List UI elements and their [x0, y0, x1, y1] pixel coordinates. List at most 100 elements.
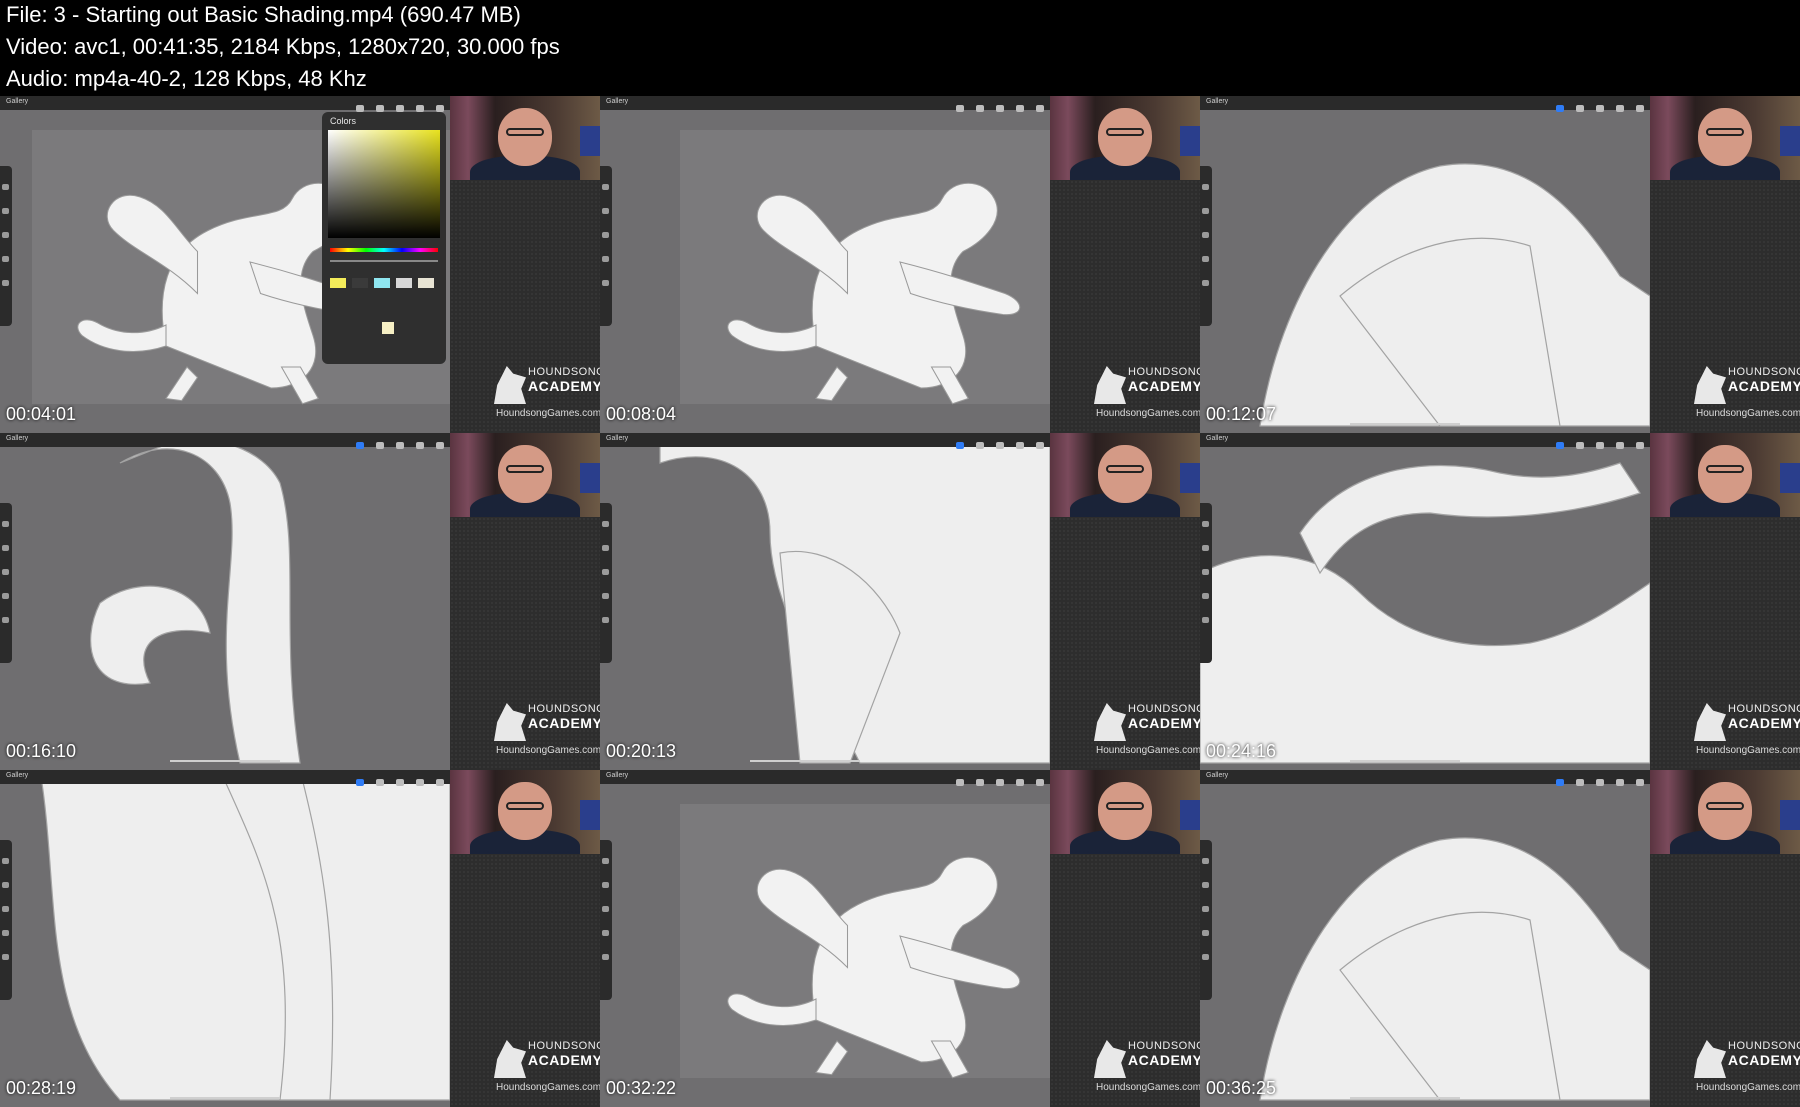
- houndsong-academy-logo: HOUNDSONG ACADEMY HoundsongGames.com: [492, 1032, 600, 1102]
- eraser-icon[interactable]: [396, 105, 404, 112]
- dragon-artwork: [680, 130, 1050, 405]
- brush-icon[interactable]: [956, 105, 964, 112]
- gallery-button[interactable]: Gallery: [1206, 772, 1228, 779]
- smudge-icon[interactable]: [1576, 105, 1584, 112]
- procreate-canvas-view: Gallery: [600, 770, 1050, 1107]
- smudge-icon[interactable]: [376, 105, 384, 112]
- webcam-glasses: [1706, 802, 1744, 810]
- layers-icon[interactable]: [416, 442, 424, 449]
- layers-icon[interactable]: [416, 105, 424, 112]
- brush-icon[interactable]: [1556, 442, 1564, 449]
- houndsong-academy-logo: HOUNDSONG ACADEMY HoundsongGames.com: [1092, 358, 1200, 428]
- color-swatch[interactable]: [396, 278, 412, 288]
- scrubber-bar[interactable]: [750, 760, 860, 762]
- color-picker-square[interactable]: [328, 130, 440, 238]
- dragon-artwork: [1259, 837, 1650, 1101]
- webcam-glasses: [506, 802, 544, 810]
- brush-size-sidebar[interactable]: [0, 840, 12, 1000]
- gallery-button[interactable]: Gallery: [1206, 435, 1228, 442]
- eraser-icon[interactable]: [1596, 442, 1604, 449]
- colors-panel[interactable]: Colors: [322, 112, 446, 364]
- scrubber-bar[interactable]: [170, 760, 280, 762]
- brush-size-sidebar[interactable]: [600, 166, 612, 326]
- smudge-icon[interactable]: [976, 779, 984, 786]
- brush-icon[interactable]: [1556, 105, 1564, 112]
- gallery-button[interactable]: Gallery: [606, 98, 628, 105]
- color-icon[interactable]: [1636, 442, 1644, 449]
- app-toolbar: Gallery: [0, 770, 450, 786]
- color-icon[interactable]: [436, 442, 444, 449]
- brush-icon[interactable]: [956, 779, 964, 786]
- brush-size-sidebar[interactable]: [0, 166, 12, 326]
- logo-site: HoundsongGames.com: [1096, 408, 1200, 419]
- eraser-icon[interactable]: [1596, 779, 1604, 786]
- wolf-icon: [1094, 366, 1126, 404]
- wolf-icon: [494, 1040, 526, 1078]
- smudge-icon[interactable]: [976, 105, 984, 112]
- app-toolbar: Gallery: [0, 96, 450, 112]
- smudge-icon[interactable]: [1576, 779, 1584, 786]
- layers-icon[interactable]: [1616, 442, 1624, 449]
- thumbnail-cell: Gallery HOUNDSONG ACADEMY HoundsongGames.co…: [600, 96, 1200, 433]
- gallery-button[interactable]: Gallery: [6, 435, 28, 442]
- logo-line2: ACADEMY: [528, 715, 600, 731]
- smudge-icon[interactable]: [1576, 442, 1584, 449]
- scrubber-bar[interactable]: [1350, 1097, 1460, 1099]
- eraser-icon[interactable]: [996, 779, 1004, 786]
- brush-icon[interactable]: [356, 105, 364, 112]
- color-icon[interactable]: [1636, 105, 1644, 112]
- color-icon[interactable]: [1036, 105, 1044, 112]
- layers-icon[interactable]: [1016, 442, 1024, 449]
- layers-icon[interactable]: [1616, 779, 1624, 786]
- layers-icon[interactable]: [1616, 105, 1624, 112]
- hue-slider[interactable]: [330, 248, 438, 252]
- smudge-icon[interactable]: [376, 442, 384, 449]
- brush-size-sidebar[interactable]: [600, 503, 612, 663]
- layers-icon[interactable]: [1016, 779, 1024, 786]
- color-icon[interactable]: [1036, 779, 1044, 786]
- eraser-icon[interactable]: [396, 779, 404, 786]
- gallery-button[interactable]: Gallery: [6, 772, 28, 779]
- app-toolbar: Gallery: [1200, 770, 1650, 786]
- eraser-icon[interactable]: [1596, 105, 1604, 112]
- color-icon[interactable]: [1036, 442, 1044, 449]
- eraser-icon[interactable]: [996, 442, 1004, 449]
- color-icon[interactable]: [1636, 779, 1644, 786]
- gallery-button[interactable]: Gallery: [606, 772, 628, 779]
- brush-icon[interactable]: [1556, 779, 1564, 786]
- eraser-icon[interactable]: [996, 105, 1004, 112]
- layers-icon[interactable]: [1016, 105, 1024, 112]
- color-swatch[interactable]: [330, 278, 346, 288]
- brush-size-sidebar[interactable]: [1200, 503, 1212, 663]
- logo-site: HoundsongGames.com: [1096, 1082, 1200, 1093]
- brush-icon[interactable]: [956, 442, 964, 449]
- gallery-button[interactable]: Gallery: [6, 98, 28, 105]
- color-swatch[interactable]: [352, 278, 368, 288]
- brush-size-sidebar[interactable]: [1200, 166, 1212, 326]
- scrubber-bar[interactable]: [170, 1097, 280, 1099]
- brush-size-sidebar[interactable]: [0, 503, 12, 663]
- layers-icon[interactable]: [416, 779, 424, 786]
- logo-site: HoundsongGames.com: [1696, 1082, 1800, 1093]
- logo-line1: HOUNDSONG: [1728, 366, 1800, 378]
- color-swatch[interactable]: [418, 278, 434, 288]
- smudge-icon[interactable]: [976, 442, 984, 449]
- scrubber-bar[interactable]: [1350, 760, 1460, 762]
- color-icon[interactable]: [436, 105, 444, 112]
- gallery-button[interactable]: Gallery: [606, 435, 628, 442]
- opacity-slider[interactable]: [330, 260, 438, 262]
- wolf-icon: [1694, 366, 1726, 404]
- color-icon[interactable]: [436, 779, 444, 786]
- scrubber-bar[interactable]: [1350, 423, 1460, 425]
- brush-size-sidebar[interactable]: [600, 840, 612, 1000]
- eraser-icon[interactable]: [396, 442, 404, 449]
- brush-icon[interactable]: [356, 442, 364, 449]
- color-swatch[interactable]: [374, 278, 390, 288]
- smudge-icon[interactable]: [376, 779, 384, 786]
- logo-line1: HOUNDSONG: [1728, 1040, 1800, 1052]
- timestamp-label: 00:20:13: [606, 741, 677, 761]
- brush-icon[interactable]: [356, 779, 364, 786]
- gallery-button[interactable]: Gallery: [1206, 98, 1228, 105]
- logo-site: HoundsongGames.com: [1696, 408, 1800, 419]
- brush-size-sidebar[interactable]: [1200, 840, 1212, 1000]
